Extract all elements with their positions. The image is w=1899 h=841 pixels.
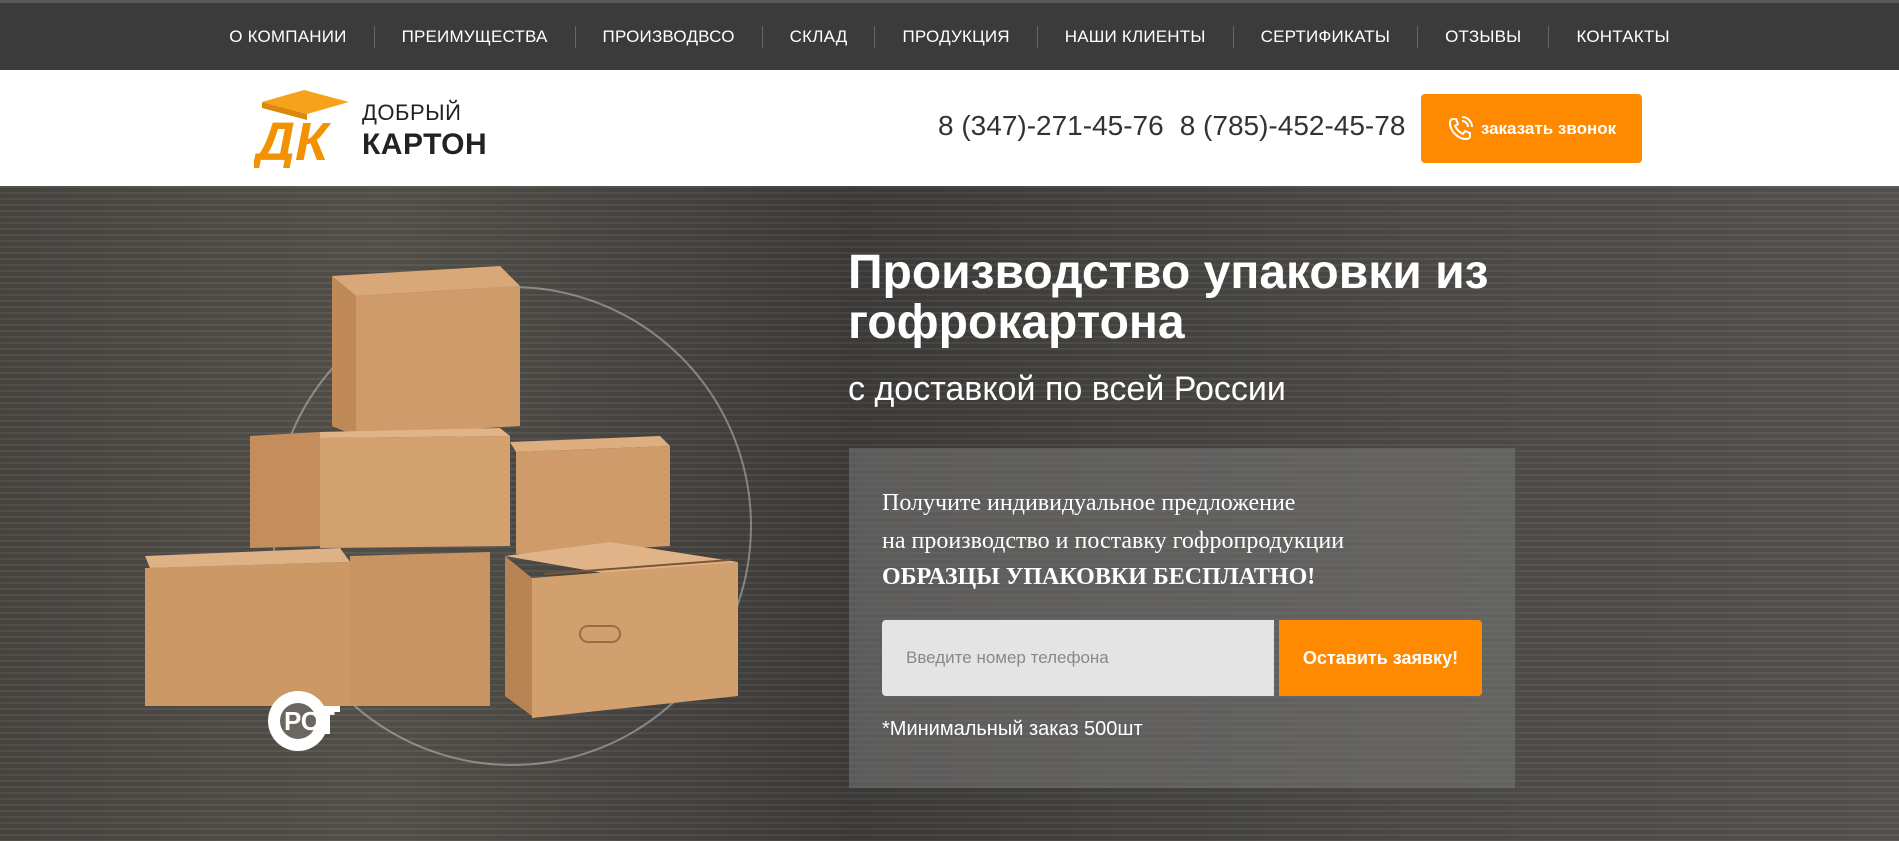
rst-certification-icon: РСТ (268, 691, 340, 751)
nav-item-products[interactable]: ПРОДУКЦИЯ (875, 27, 1036, 47)
logo[interactable]: ДК ДОБРЫЙ КАРТОН (254, 88, 504, 168)
nav-item-production[interactable]: ПРОИЗВОДВСО (576, 27, 762, 47)
cardboard-boxes-image (145, 266, 738, 718)
site-header: ДК ДОБРЫЙ КАРТОН 8 (347)-271-45-76 8 (78… (0, 70, 1899, 186)
callback-button[interactable]: заказать звонок (1421, 94, 1642, 163)
phone-input[interactable] (882, 620, 1274, 696)
logo-text-bottom: КАРТОН (362, 128, 488, 161)
top-navigation: О КОМПАНИИ ПРЕИМУЩЕСТВА ПРОИЗВОДВСО СКЛА… (0, 0, 1899, 70)
offer-highlight: ОБРАЗЦЫ УПАКОВКИ БЕСПЛАТНО! (882, 564, 1316, 590)
nav-item-warehouse[interactable]: СКЛАД (763, 27, 875, 47)
lead-form-panel: Получите индивидуальное предложение на п… (849, 448, 1515, 788)
callback-label: заказать звонок (1480, 118, 1617, 138)
phone-icon (1448, 115, 1473, 140)
offer-text-line1: Получите индивидуальное предложение (882, 490, 1296, 516)
nav-item-reviews[interactable]: ОТЗЫВЫ (1418, 27, 1548, 47)
hero-subtitle: с доставкой по всей России (848, 370, 1286, 408)
offer-text-line2: на производство и поставку гофропродукци… (882, 528, 1345, 554)
min-order-note: *Минимальный заказ 500шт (882, 718, 1143, 740)
phone-numbers: 8 (347)-271-45-76 8 (785)-452-45-78 (938, 110, 1405, 142)
svg-text:ДК: ДК (254, 112, 332, 168)
phone-link-2[interactable]: 8 (785)-452-45-78 (1180, 110, 1406, 142)
hero-section: РСТ Производство упаковки из гофрокартон… (0, 186, 1899, 841)
nav-item-contacts[interactable]: КОНТАКТЫ (1549, 27, 1696, 47)
logo-icon: ДК (254, 90, 349, 168)
nav-item-certificates[interactable]: СЕРТИФИКАТЫ (1234, 27, 1417, 47)
nav-item-clients[interactable]: НАШИ КЛИЕНТЫ (1038, 27, 1233, 47)
nav-item-about[interactable]: О КОМПАНИИ (202, 27, 373, 47)
submit-request-button[interactable]: Оставить заявку! (1279, 620, 1482, 696)
nav-item-advantages[interactable]: ПРЕИМУЩЕСТВА (375, 27, 575, 47)
nav-list: О КОМПАНИИ ПРЕИМУЩЕСТВА ПРОИЗВОДВСО СКЛА… (202, 25, 1697, 48)
logo-text-top: ДОБРЫЙ (362, 100, 462, 125)
phone-link-1[interactable]: 8 (347)-271-45-76 (938, 110, 1164, 142)
hero-title: Производство упаковки из гофрокартона (848, 246, 1489, 349)
